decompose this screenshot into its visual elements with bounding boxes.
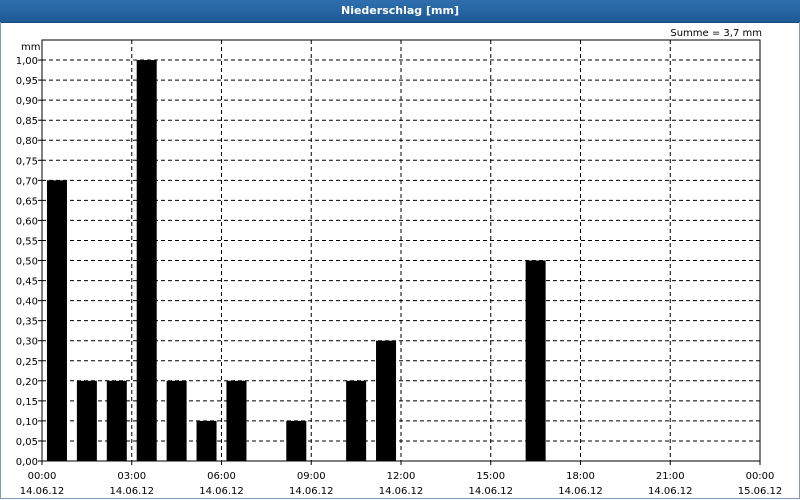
precipitation-bar <box>136 60 157 462</box>
x-tick-date: 14.06.12 <box>199 486 244 497</box>
x-tick-date: 14.06.12 <box>379 486 424 497</box>
x-tick-date: 14.06.12 <box>648 486 693 497</box>
precipitation-bar <box>525 260 546 461</box>
x-tick-time: 00:00 <box>28 471 57 482</box>
y-tick-labels: 0,00 0,05 0,10 0,15 0,20 0,25 0,30 0,35 0,40 0,45… <box>16 56 38 468</box>
precipitation-bar <box>106 380 127 461</box>
x-tick-time: 15:00 <box>476 471 505 482</box>
y-tick-label: 0,80 <box>16 136 38 147</box>
x-tick-time: 12:00 <box>387 471 416 482</box>
y-tick-label: 0,20 <box>16 377 38 388</box>
x-tick-date: 14.06.12 <box>558 486 603 497</box>
y-tick-label: 0,70 <box>16 176 38 187</box>
x-tick-labels: 00:00 14.06.12 03:00 14.06.12 06:00 14.06.12 0… <box>20 471 783 497</box>
precipitation-bar <box>346 380 367 461</box>
x-tick-date: 14.06.12 <box>109 486 154 497</box>
y-tick-label: 0,60 <box>16 216 38 227</box>
x-tick-date: 14.06.12 <box>289 486 334 497</box>
y-tick-label: 0,05 <box>16 437 38 448</box>
y-tick-label: 0,10 <box>16 417 38 428</box>
y-tick-label: 0,35 <box>16 317 38 328</box>
precipitation-chart: 0,00 0,05 0,10 0,15 0,20 0,25 0,30 0,35 0,40 0,45… <box>16 28 783 497</box>
y-tick-label: 0,85 <box>16 116 38 127</box>
y-tick-label: 1,00 <box>16 56 38 67</box>
y-tick-label: 0,30 <box>16 337 38 348</box>
precipitation-bar <box>76 380 97 461</box>
precipitation-bar <box>196 420 217 461</box>
y-tick-label: 0,55 <box>16 236 38 247</box>
x-tick-time: 03:00 <box>117 471 146 482</box>
precipitation-bar <box>286 420 307 461</box>
sum-annotation: Summe = 3,7 mm <box>670 28 762 39</box>
y-tick-label: 0,40 <box>16 297 38 308</box>
y-tick-label: 0,65 <box>16 196 38 207</box>
y-tick-label: 0,90 <box>16 96 38 107</box>
y-tick-label: 0,15 <box>16 397 38 408</box>
precipitation-bar <box>46 180 67 462</box>
precipitation-bar <box>226 380 247 461</box>
x-tick-time: 21:00 <box>656 471 685 482</box>
x-tick-date: 14.06.12 <box>468 486 513 497</box>
y-tick-label: 0,45 <box>16 277 38 288</box>
x-tick-time: 09:00 <box>297 471 326 482</box>
x-tick-time: 18:00 <box>566 471 595 482</box>
y-tick-label: 0,50 <box>16 257 38 268</box>
precipitation-bar <box>166 380 187 461</box>
y-tick-label: 0,25 <box>16 357 38 368</box>
y-tick-label: 0,75 <box>16 156 38 167</box>
y-tick-label: 0,00 <box>16 457 38 468</box>
x-tick-date: 15.06.12 <box>738 486 783 497</box>
y-tick-label: 0,95 <box>16 76 38 87</box>
precipitation-bar <box>376 340 397 461</box>
x-tick-time: 00:00 <box>746 471 775 482</box>
x-tick-date: 14.06.12 <box>20 486 65 497</box>
x-tick-time: 06:00 <box>207 471 236 482</box>
y-axis-unit-label: mm <box>21 42 40 53</box>
